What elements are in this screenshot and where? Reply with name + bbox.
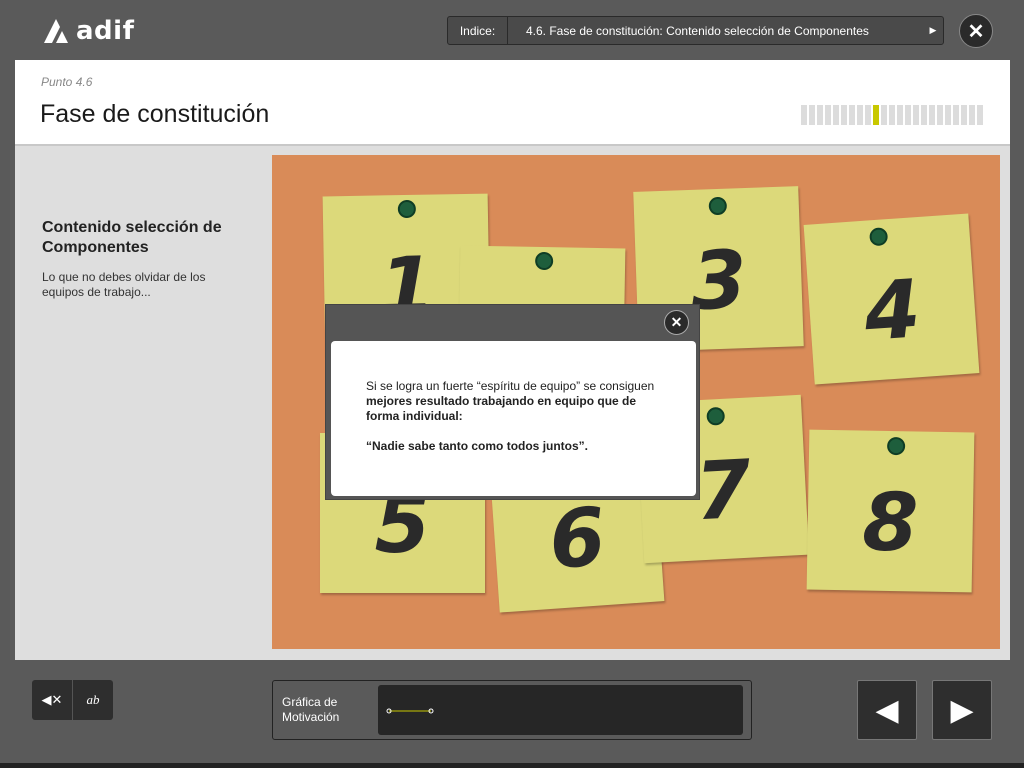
note-8: 8 — [806, 429, 975, 593]
progress-segment — [953, 105, 959, 125]
progress-segment — [929, 105, 935, 125]
close-popup-button[interactable]: ✕ — [664, 310, 689, 335]
progress-segment — [801, 105, 807, 125]
progress-segment — [945, 105, 951, 125]
progress-segment — [857, 105, 863, 125]
subtitles-icon: ab — [86, 692, 100, 707]
pin-icon — [706, 406, 726, 426]
index-value: 4.6. Fase de constitución: Contenido sel… — [526, 23, 869, 38]
progress-segment — [873, 105, 879, 125]
motivation-line — [386, 708, 434, 714]
note-number: 6 — [546, 490, 609, 587]
index-label: Indice: — [448, 17, 508, 44]
bottom-bar: ◀✕ ab Gráfica de Motivación ◀ ▶ — [0, 660, 1024, 768]
page-header: Punto 4.6 Fase de constitución — [15, 60, 1010, 144]
pin-icon — [869, 227, 889, 247]
popup-text-bold: mejores resultado trabajando en equipo q… — [366, 394, 637, 423]
progress-segment — [969, 105, 975, 125]
previous-button[interactable]: ◀ — [857, 680, 917, 740]
progress-segment — [841, 105, 847, 125]
motivation-panel: Gráfica de Motivación — [272, 680, 752, 740]
adif-logo-icon — [44, 19, 68, 43]
adif-logo: adif — [40, 14, 134, 48]
progress-segment — [921, 105, 927, 125]
progress-segment — [913, 105, 919, 125]
tool-group: ◀✕ ab — [32, 680, 113, 720]
chevron-right-icon: ▶ — [929, 25, 937, 35]
progress-bar — [801, 105, 983, 125]
popup-text-intro: Si se logra un fuerte “espíritu de equip… — [366, 379, 655, 393]
progress-segment — [889, 105, 895, 125]
progress-segment — [961, 105, 967, 125]
speaker-mute-icon: ◀✕ — [41, 692, 63, 707]
progress-segment — [833, 105, 839, 125]
progress-segment — [881, 105, 887, 125]
progress-segment — [825, 105, 831, 125]
pin-icon — [534, 251, 554, 271]
bottom-edge — [0, 763, 1024, 768]
index-selector[interactable]: Indice: 4.6. Fase de constitución: Conte… — [447, 16, 944, 45]
close-course-button[interactable]: ✕ — [959, 14, 993, 48]
pin-icon — [708, 196, 728, 216]
page-title: Fase de constitución — [40, 100, 270, 128]
logo-text: adif — [76, 16, 135, 46]
pin-icon — [886, 436, 906, 456]
note-number: 4 — [861, 262, 924, 359]
info-popup: ✕ Si se logra un fuerte “espíritu de equ… — [325, 304, 700, 500]
progress-segment — [905, 105, 911, 125]
progress-segment — [897, 105, 903, 125]
note-number: 8 — [861, 475, 919, 570]
motivation-label: Gráfica de Motivación — [282, 695, 340, 724]
content-subtitle: Lo que no debes olvidar de los equipos d… — [42, 270, 206, 299]
progress-segment — [865, 105, 871, 125]
next-button[interactable]: ▶ — [932, 680, 992, 740]
pin-icon — [397, 199, 417, 219]
popup-quote: “Nadie sabe tanto como todos juntos”. — [366, 439, 589, 453]
subtitles-button[interactable]: ab — [72, 680, 113, 720]
top-bar: adif Indice: 4.6. Fase de constitución: … — [0, 0, 1024, 60]
section-number: Punto 4.6 — [41, 75, 93, 89]
progress-segment — [809, 105, 815, 125]
note-4: 4 — [803, 213, 980, 385]
content-title: Contenido selección de Componentes — [42, 219, 222, 256]
progress-segment — [977, 105, 983, 125]
mute-button[interactable]: ◀✕ — [32, 680, 72, 720]
progress-segment — [937, 105, 943, 125]
motivation-graph — [378, 685, 743, 735]
progress-segment — [817, 105, 823, 125]
popup-body: Si se logra un fuerte “espíritu de equip… — [331, 341, 696, 496]
progress-segment — [849, 105, 855, 125]
